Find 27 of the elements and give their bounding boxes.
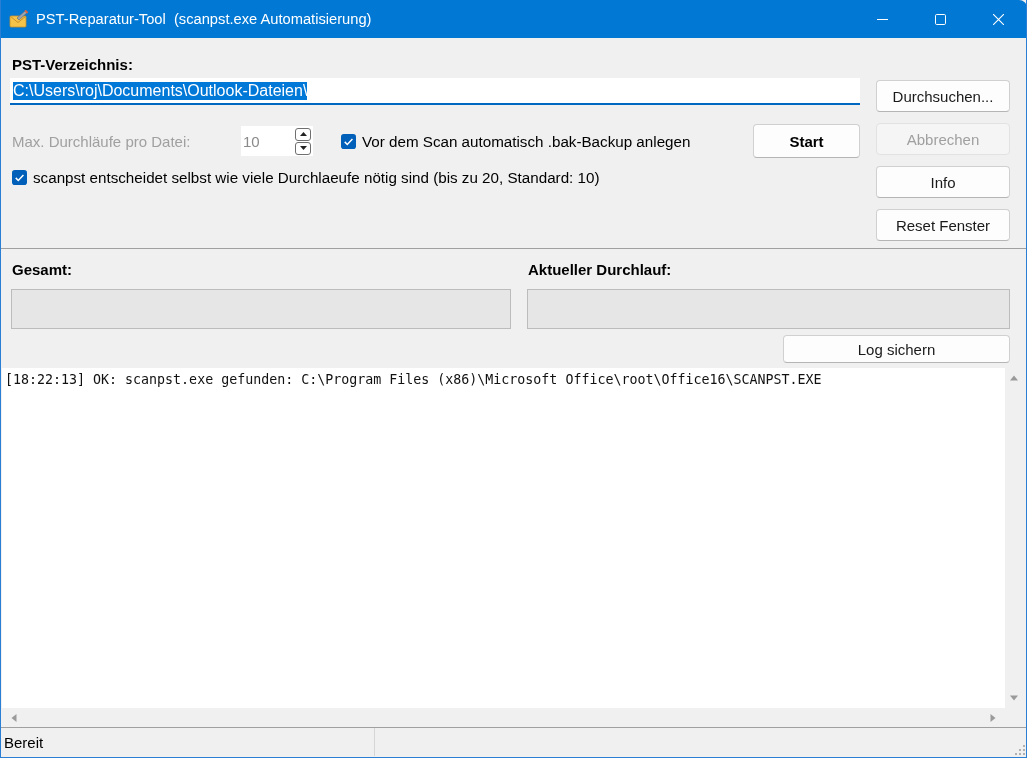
button[interactable]: Start [753,124,860,158]
scroll-up-icon[interactable] [1010,374,1018,382]
path-field[interactable]: C:\Users\roj\Documents\Outlook-Dateien\ [10,78,860,105]
status-text: Bereit [4,733,44,751]
close-icon[interactable] [992,13,1004,25]
button[interactable]: Log sichern [783,335,1010,363]
field-label: Max. Durchläufe pro Datei: [12,132,192,150]
field-label: PST-Verzeichnis: [12,56,133,74]
checkbox[interactable] [341,133,356,149]
checkbox-label[interactable]: Vor dem Scan automatisch .bak-Backup anlegen [362,132,691,150]
log-line: [18:22:13] OK: scanpst.exe gefunden: C:\Program Files (x86)\Microsoft Office\root\Office16\SCANPST.EXE [5,372,823,388]
scroll-right-icon[interactable] [989,713,997,722]
button[interactable]: Reset Fenster [876,209,1010,241]
up-arrow-icon [299,132,307,136]
progress-label: Aktueller Durchlauf: [528,261,672,279]
button[interactable]: Durchsuchen... [876,80,1010,112]
checkbox[interactable] [12,170,27,185]
maximize-icon[interactable] [934,13,946,25]
resize-grip-icon[interactable] [1015,745,1025,755]
scroll-left-icon[interactable] [10,713,18,722]
down-arrow-icon [299,146,307,150]
envelope-icon [9,9,29,29]
scroll-down-icon[interactable] [1010,694,1018,702]
window-title: PST-Reparatur-Tool (scanpst.exe Automatisierung) [36,11,372,27]
button[interactable]: Info [876,166,1010,198]
checkbox-label[interactable]: scanpst entscheidet selbst wie viele Durchlaeufe nötig sind (bis zu 20, Standard: 10) [33,169,600,186]
progress-label: Gesamt: [12,261,73,279]
